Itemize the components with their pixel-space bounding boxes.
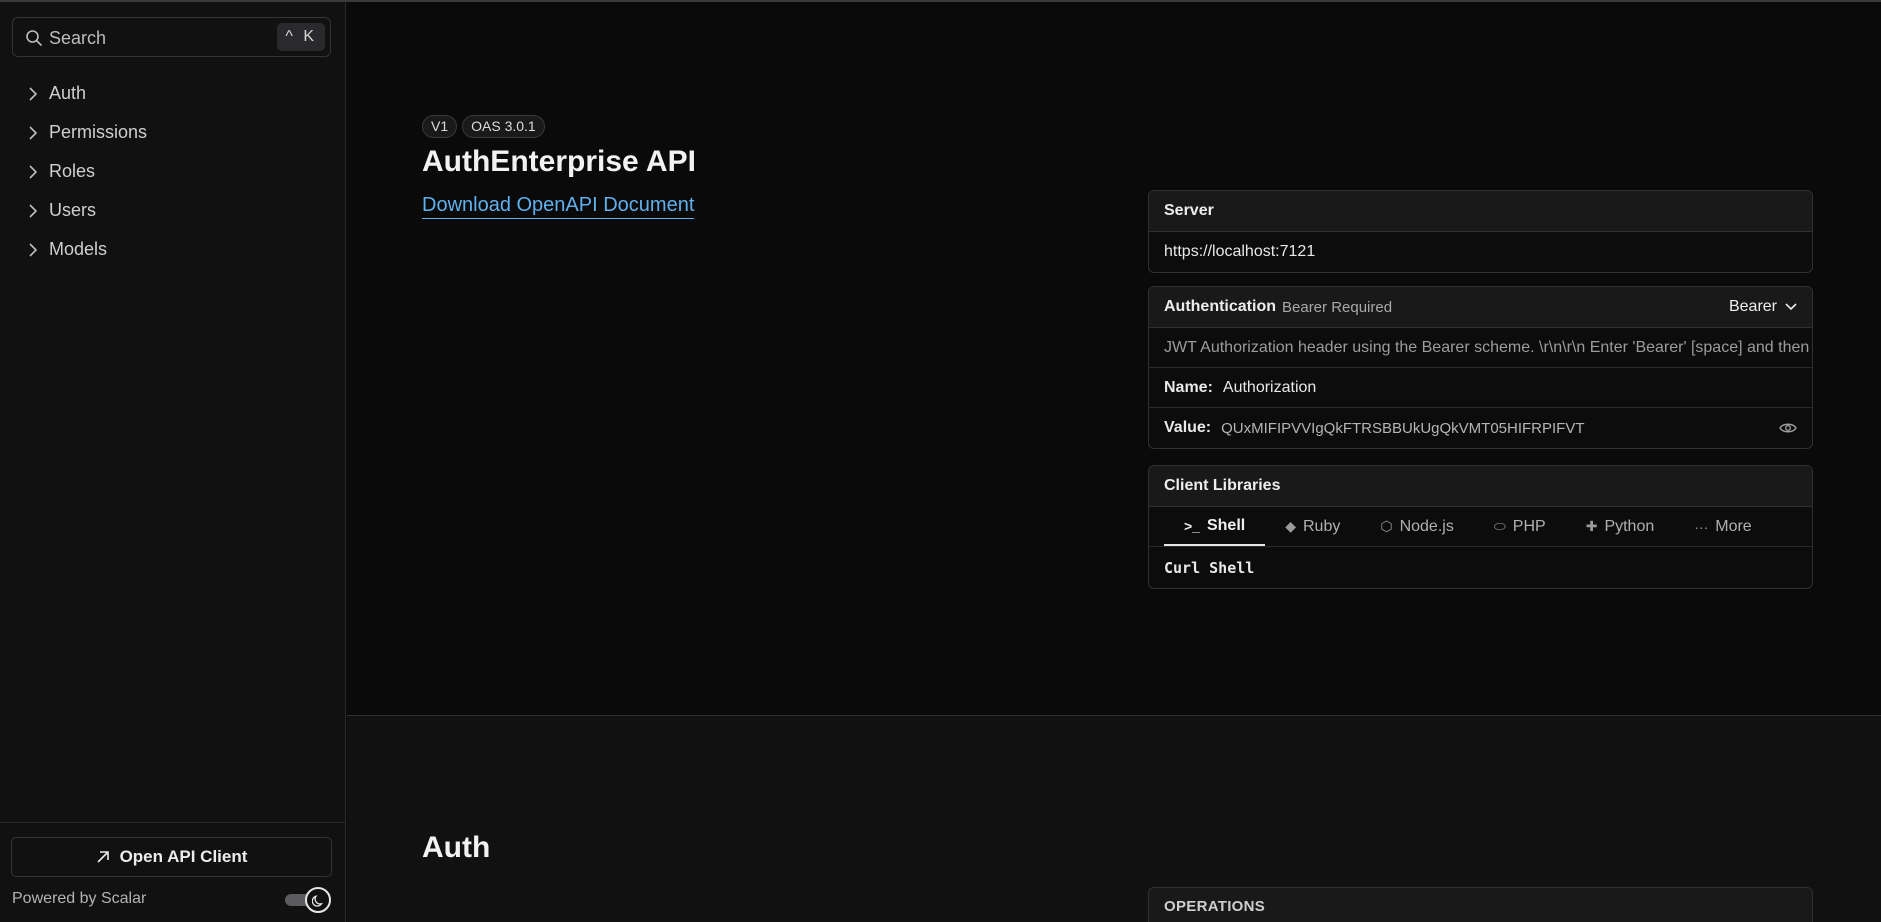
tab-label: PHP — [1512, 517, 1546, 535]
php-icon: ⬭ — [1493, 518, 1506, 534]
auth-name-row: Name: Authorization — [1149, 368, 1812, 408]
sidebar-nav: Auth Permissions Roles Users Models — [0, 74, 346, 269]
authentication-title: Authentication — [1164, 298, 1276, 315]
client-libraries-panel: Client Libraries >_ Shell ◆ Ruby ⬡ Node.… — [1148, 465, 1813, 589]
server-url[interactable]: https://localhost:7121 — [1149, 232, 1812, 272]
sidebar-item-permissions[interactable]: Permissions — [0, 113, 346, 152]
sidebar-footer: Open API Client Powered by Scalar — [0, 822, 346, 922]
search-shortcut: ^ K — [277, 23, 325, 51]
search-icon — [26, 30, 42, 46]
auth-description: JWT Authorization header using the Beare… — [1149, 328, 1812, 368]
sidebar-item-label: Permissions — [49, 122, 148, 142]
ruby-icon: ◆ — [1285, 518, 1296, 534]
open-api-client-button[interactable]: Open API Client — [11, 837, 332, 877]
download-openapi-link[interactable]: Download OpenAPI Document — [422, 194, 695, 219]
auth-name-value[interactable]: Authorization — [1223, 379, 1316, 397]
arrow-up-right-icon — [97, 851, 109, 863]
toggle-knob — [305, 887, 331, 913]
auth-value-input[interactable]: QUxMIFIPVVIgQkFTRSBBUkUgQkVMT05HIFRPIFVT — [1221, 420, 1584, 437]
terminal-icon: >_ — [1184, 517, 1200, 534]
tab-label: More — [1715, 517, 1752, 535]
sidebar: Search ^ K Auth Permissions Roles Users … — [0, 2, 346, 922]
client-tabs: >_ Shell ◆ Ruby ⬡ Node.js ⬭ PHP ✚ Python… — [1149, 507, 1812, 547]
server-panel: Server https://localhost:7121 — [1148, 190, 1813, 273]
python-icon: ✚ — [1585, 518, 1598, 534]
tab-ruby[interactable]: ◆ Ruby — [1265, 507, 1360, 546]
tab-nodejs[interactable]: ⬡ Node.js — [1360, 507, 1473, 546]
chevron-right-icon — [29, 125, 38, 140]
operations-panel-header: OPERATIONS — [1148, 887, 1813, 922]
tab-php[interactable]: ⬭ PHP — [1474, 507, 1566, 546]
sidebar-item-auth[interactable]: Auth — [0, 74, 346, 113]
selected-client: Curl Shell — [1164, 558, 1255, 577]
main-content: V1 OAS 3.0.1 AuthEnterprise API Download… — [347, 2, 1881, 922]
chevron-right-icon — [29, 164, 38, 179]
tab-label: Node.js — [1399, 517, 1454, 535]
sidebar-item-label: Users — [49, 200, 97, 220]
tab-label: Ruby — [1302, 517, 1341, 535]
chevron-down-icon — [1785, 303, 1797, 311]
dark-mode-toggle[interactable] — [285, 887, 332, 913]
eye-icon[interactable] — [1779, 422, 1797, 434]
sidebar-item-label: Auth — [49, 83, 87, 103]
chevron-right-icon — [29, 242, 38, 257]
tab-label: Shell — [1206, 516, 1246, 534]
sidebar-item-models[interactable]: Models — [0, 230, 346, 269]
oas-badge: OAS 3.0.1 — [462, 115, 545, 138]
auth-scheme-value: Bearer — [1728, 298, 1777, 315]
more-icon: ··· — [1694, 518, 1709, 535]
tab-label: Python — [1604, 517, 1655, 535]
client-libraries-title: Client Libraries — [1149, 466, 1812, 507]
tab-more[interactable]: ··· More — [1674, 507, 1771, 546]
sidebar-item-label: Roles — [49, 161, 96, 181]
tab-python[interactable]: ✚ Python — [1566, 507, 1675, 546]
open-api-client-label: Open API Client — [119, 847, 248, 866]
server-panel-title: Server — [1149, 191, 1812, 232]
auth-value-row: Value: QUxMIFIPVVIgQkFTRSBBUkUgQkVMT05HI… — [1149, 408, 1812, 448]
search-placeholder: Search — [49, 28, 107, 48]
powered-by-link[interactable]: Powered by Scalar — [12, 890, 146, 908]
chevron-right-icon — [29, 203, 38, 218]
search-box[interactable]: Search ^ K — [12, 17, 331, 57]
auth-name-label: Name: — [1164, 378, 1213, 396]
moon-icon — [311, 894, 323, 907]
chevron-right-icon — [29, 86, 38, 101]
sidebar-item-label: Models — [49, 239, 108, 259]
section-heading: Auth — [422, 831, 491, 864]
authentication-panel: Authentication Bearer Required Bearer JW… — [1148, 286, 1813, 449]
auth-value-label: Value: — [1164, 419, 1212, 436]
page-title: AuthEnterprise API — [422, 145, 696, 178]
nodejs-icon: ⬡ — [1380, 518, 1393, 534]
tab-shell[interactable]: >_ Shell — [1164, 507, 1266, 546]
sidebar-item-roles[interactable]: Roles — [0, 152, 346, 191]
auth-scheme-select[interactable]: Bearer — [1729, 298, 1797, 316]
sidebar-item-users[interactable]: Users — [0, 191, 346, 230]
authentication-subtitle: Bearer Required — [1282, 298, 1393, 316]
authentication-panel-header: Authentication Bearer Required Bearer — [1149, 287, 1812, 328]
version-badge: V1 — [422, 115, 458, 138]
version-badges: V1 OAS 3.0.1 — [422, 115, 545, 138]
